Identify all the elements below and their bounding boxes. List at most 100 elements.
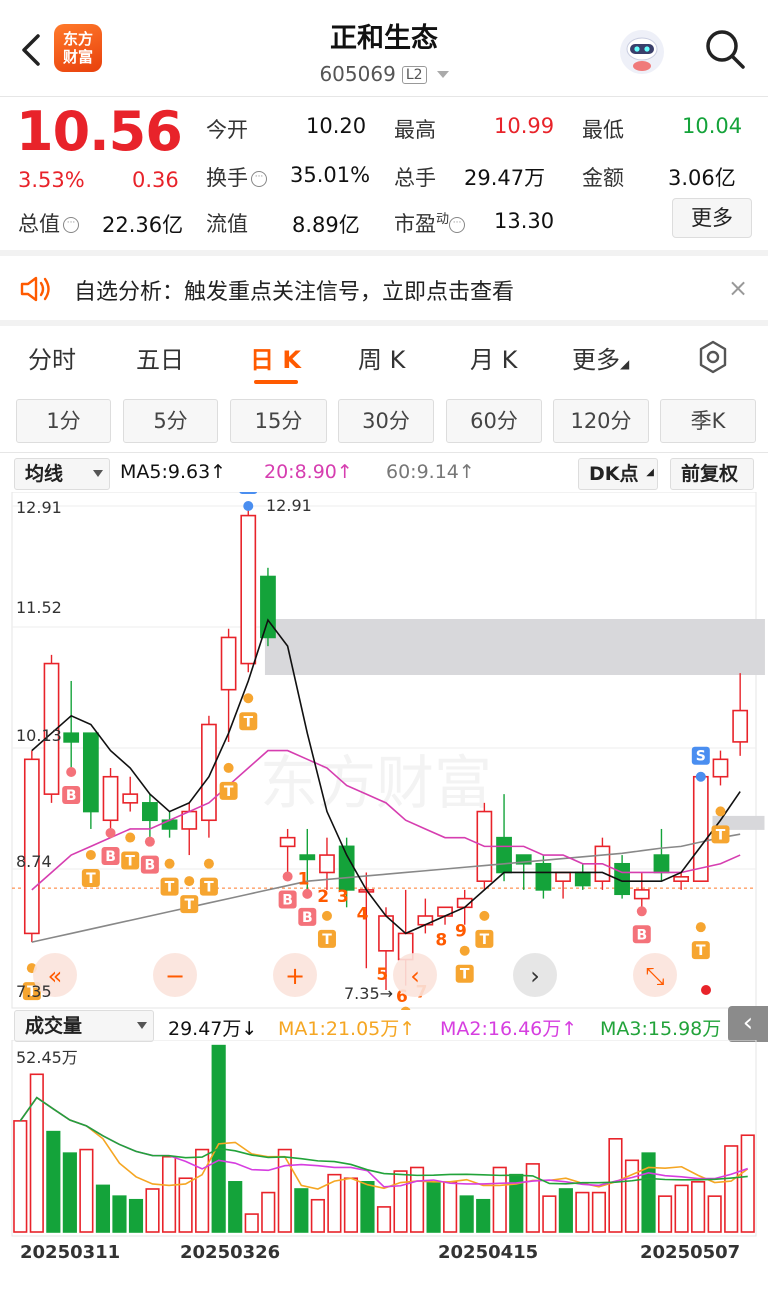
search-icon[interactable] — [700, 24, 750, 74]
ma20-value: 20:8.90↑ — [264, 461, 353, 483]
open-label: 今开 — [206, 118, 248, 142]
period-60min[interactable]: 60分 — [446, 399, 542, 443]
last-price: 10.56 — [16, 100, 183, 163]
info-icon: ··· — [251, 171, 267, 187]
notice-bar[interactable]: 自选分析：触发重点关注信号，立即点击查看 × — [0, 256, 768, 320]
volume-bar — [459, 1195, 474, 1233]
marker-dot — [321, 910, 332, 921]
candle-body — [692, 775, 709, 882]
more-button[interactable]: 更多 — [672, 198, 752, 238]
volume-bar — [525, 1163, 540, 1233]
marker-dot — [302, 888, 313, 899]
tab-intraday[interactable]: 分时 — [28, 340, 76, 375]
marker-dot — [459, 945, 470, 956]
marker-dot — [715, 806, 726, 817]
tab-monthly-k[interactable]: 月 K — [470, 340, 517, 375]
candle-body — [220, 636, 237, 691]
tab-more[interactable]: 更多◢ — [572, 340, 629, 375]
dk-button[interactable]: DK点 ◢ — [578, 458, 658, 490]
tab-five-day[interactable]: 五日 — [136, 340, 184, 375]
indicator-selector[interactable]: 均线 — [14, 458, 110, 490]
volume-bar — [13, 1120, 28, 1233]
signal-marker-label: T — [696, 943, 706, 959]
marker-dot — [125, 832, 136, 843]
close-icon[interactable]: × — [728, 274, 748, 302]
vol-ma3: MA3:15.98万 — [600, 1018, 722, 1040]
date-label-4: 20250507 — [640, 1242, 741, 1263]
volume-bar — [476, 1198, 491, 1233]
volume-bar — [409, 1166, 425, 1233]
candle-body — [63, 732, 80, 743]
marker-dot — [105, 827, 116, 838]
volume-bar — [740, 1134, 755, 1233]
volume-bar — [624, 1159, 640, 1233]
volume-bar — [608, 1138, 623, 1233]
volume-bar — [591, 1191, 607, 1233]
candle-body — [653, 854, 670, 874]
signal-marker-label: T — [243, 714, 253, 730]
high-label: 最高 — [394, 118, 436, 142]
candle-body — [417, 915, 434, 926]
nav-button-icon: + — [285, 962, 305, 990]
volume-selector[interactable]: 成交量 — [14, 1010, 154, 1042]
volume-bar — [443, 1181, 458, 1233]
ma5-value: MA5:9.63↑ — [120, 461, 227, 483]
change-value: 0.36 — [132, 168, 179, 192]
volume-value: 29.47万 — [464, 166, 546, 190]
sequence-number: 4 — [357, 904, 369, 924]
candle-body — [161, 819, 178, 830]
period-1min[interactable]: 1分 — [16, 399, 111, 443]
high-value: 10.99 — [494, 114, 555, 138]
period-quarter-k[interactable]: 季K — [660, 399, 756, 443]
marker-dot — [66, 767, 77, 778]
nav-button-icon: − — [165, 962, 185, 990]
volume-chart[interactable] — [0, 1040, 768, 1240]
volume-bar — [112, 1195, 127, 1233]
volume-bar — [195, 1148, 210, 1233]
float-value: 8.89亿 — [292, 213, 360, 237]
marker-dot — [243, 693, 254, 704]
ma60-value: 60:9.14↑ — [386, 461, 475, 483]
signal-marker-label: T — [716, 827, 726, 843]
tab-weekly-k[interactable]: 周 K — [358, 340, 405, 375]
notice-text: 自选分析：触发重点关注信号，立即点击查看 — [74, 280, 515, 305]
volume-bar — [294, 1188, 309, 1233]
adjust-button[interactable]: 前复权 — [670, 458, 754, 490]
volume-bar — [310, 1198, 325, 1233]
stock-code: 605069 — [319, 62, 396, 86]
period-5min[interactable]: 5分 — [123, 399, 218, 443]
axis-label-max: 12.91 — [16, 498, 62, 517]
marker-dot — [184, 876, 195, 887]
axis-label-min: 7.35 — [16, 982, 52, 1001]
candle-body — [555, 871, 571, 882]
kline-chart[interactable]: 东方财富TBTBTBTTTTTSBBTTTTTBSTT123456789«−+‹… — [0, 492, 768, 1010]
volume-bar — [211, 1044, 226, 1233]
low-value: 10.04 — [682, 114, 743, 138]
collapse-arrow-icon[interactable]: ‹ — [728, 1006, 768, 1042]
candle-body — [437, 906, 453, 917]
period-15min[interactable]: 15分 — [230, 399, 327, 443]
candle-body — [633, 889, 650, 900]
volume-bar — [95, 1184, 111, 1233]
signal-marker-label: B — [302, 910, 313, 926]
pe-label: 市盈动 ··· — [394, 208, 466, 238]
signal-marker-label: S — [696, 749, 706, 765]
info-icon: ··· — [63, 217, 79, 233]
tab-daily-k[interactable]: 日 K — [250, 340, 301, 375]
period-120min[interactable]: 120分 — [553, 399, 649, 443]
robot-icon[interactable] — [616, 26, 668, 78]
mktcap-label: 总值 ··· — [18, 208, 79, 238]
volume-bar — [277, 1148, 292, 1233]
marker-dot — [695, 771, 706, 782]
signal-marker-label: T — [165, 880, 175, 896]
float-label: 流值 — [206, 212, 248, 236]
sequence-number: 5 — [376, 965, 388, 985]
volume-bar — [145, 1188, 160, 1233]
marker-dot — [164, 858, 175, 869]
signal-marker-label: B — [636, 927, 647, 943]
gear-icon[interactable] — [696, 340, 730, 374]
signal-marker-label: B — [282, 892, 293, 908]
info-icon: ··· — [449, 217, 466, 233]
period-30min[interactable]: 30分 — [338, 399, 434, 443]
amount-label: 金额 — [582, 166, 624, 190]
